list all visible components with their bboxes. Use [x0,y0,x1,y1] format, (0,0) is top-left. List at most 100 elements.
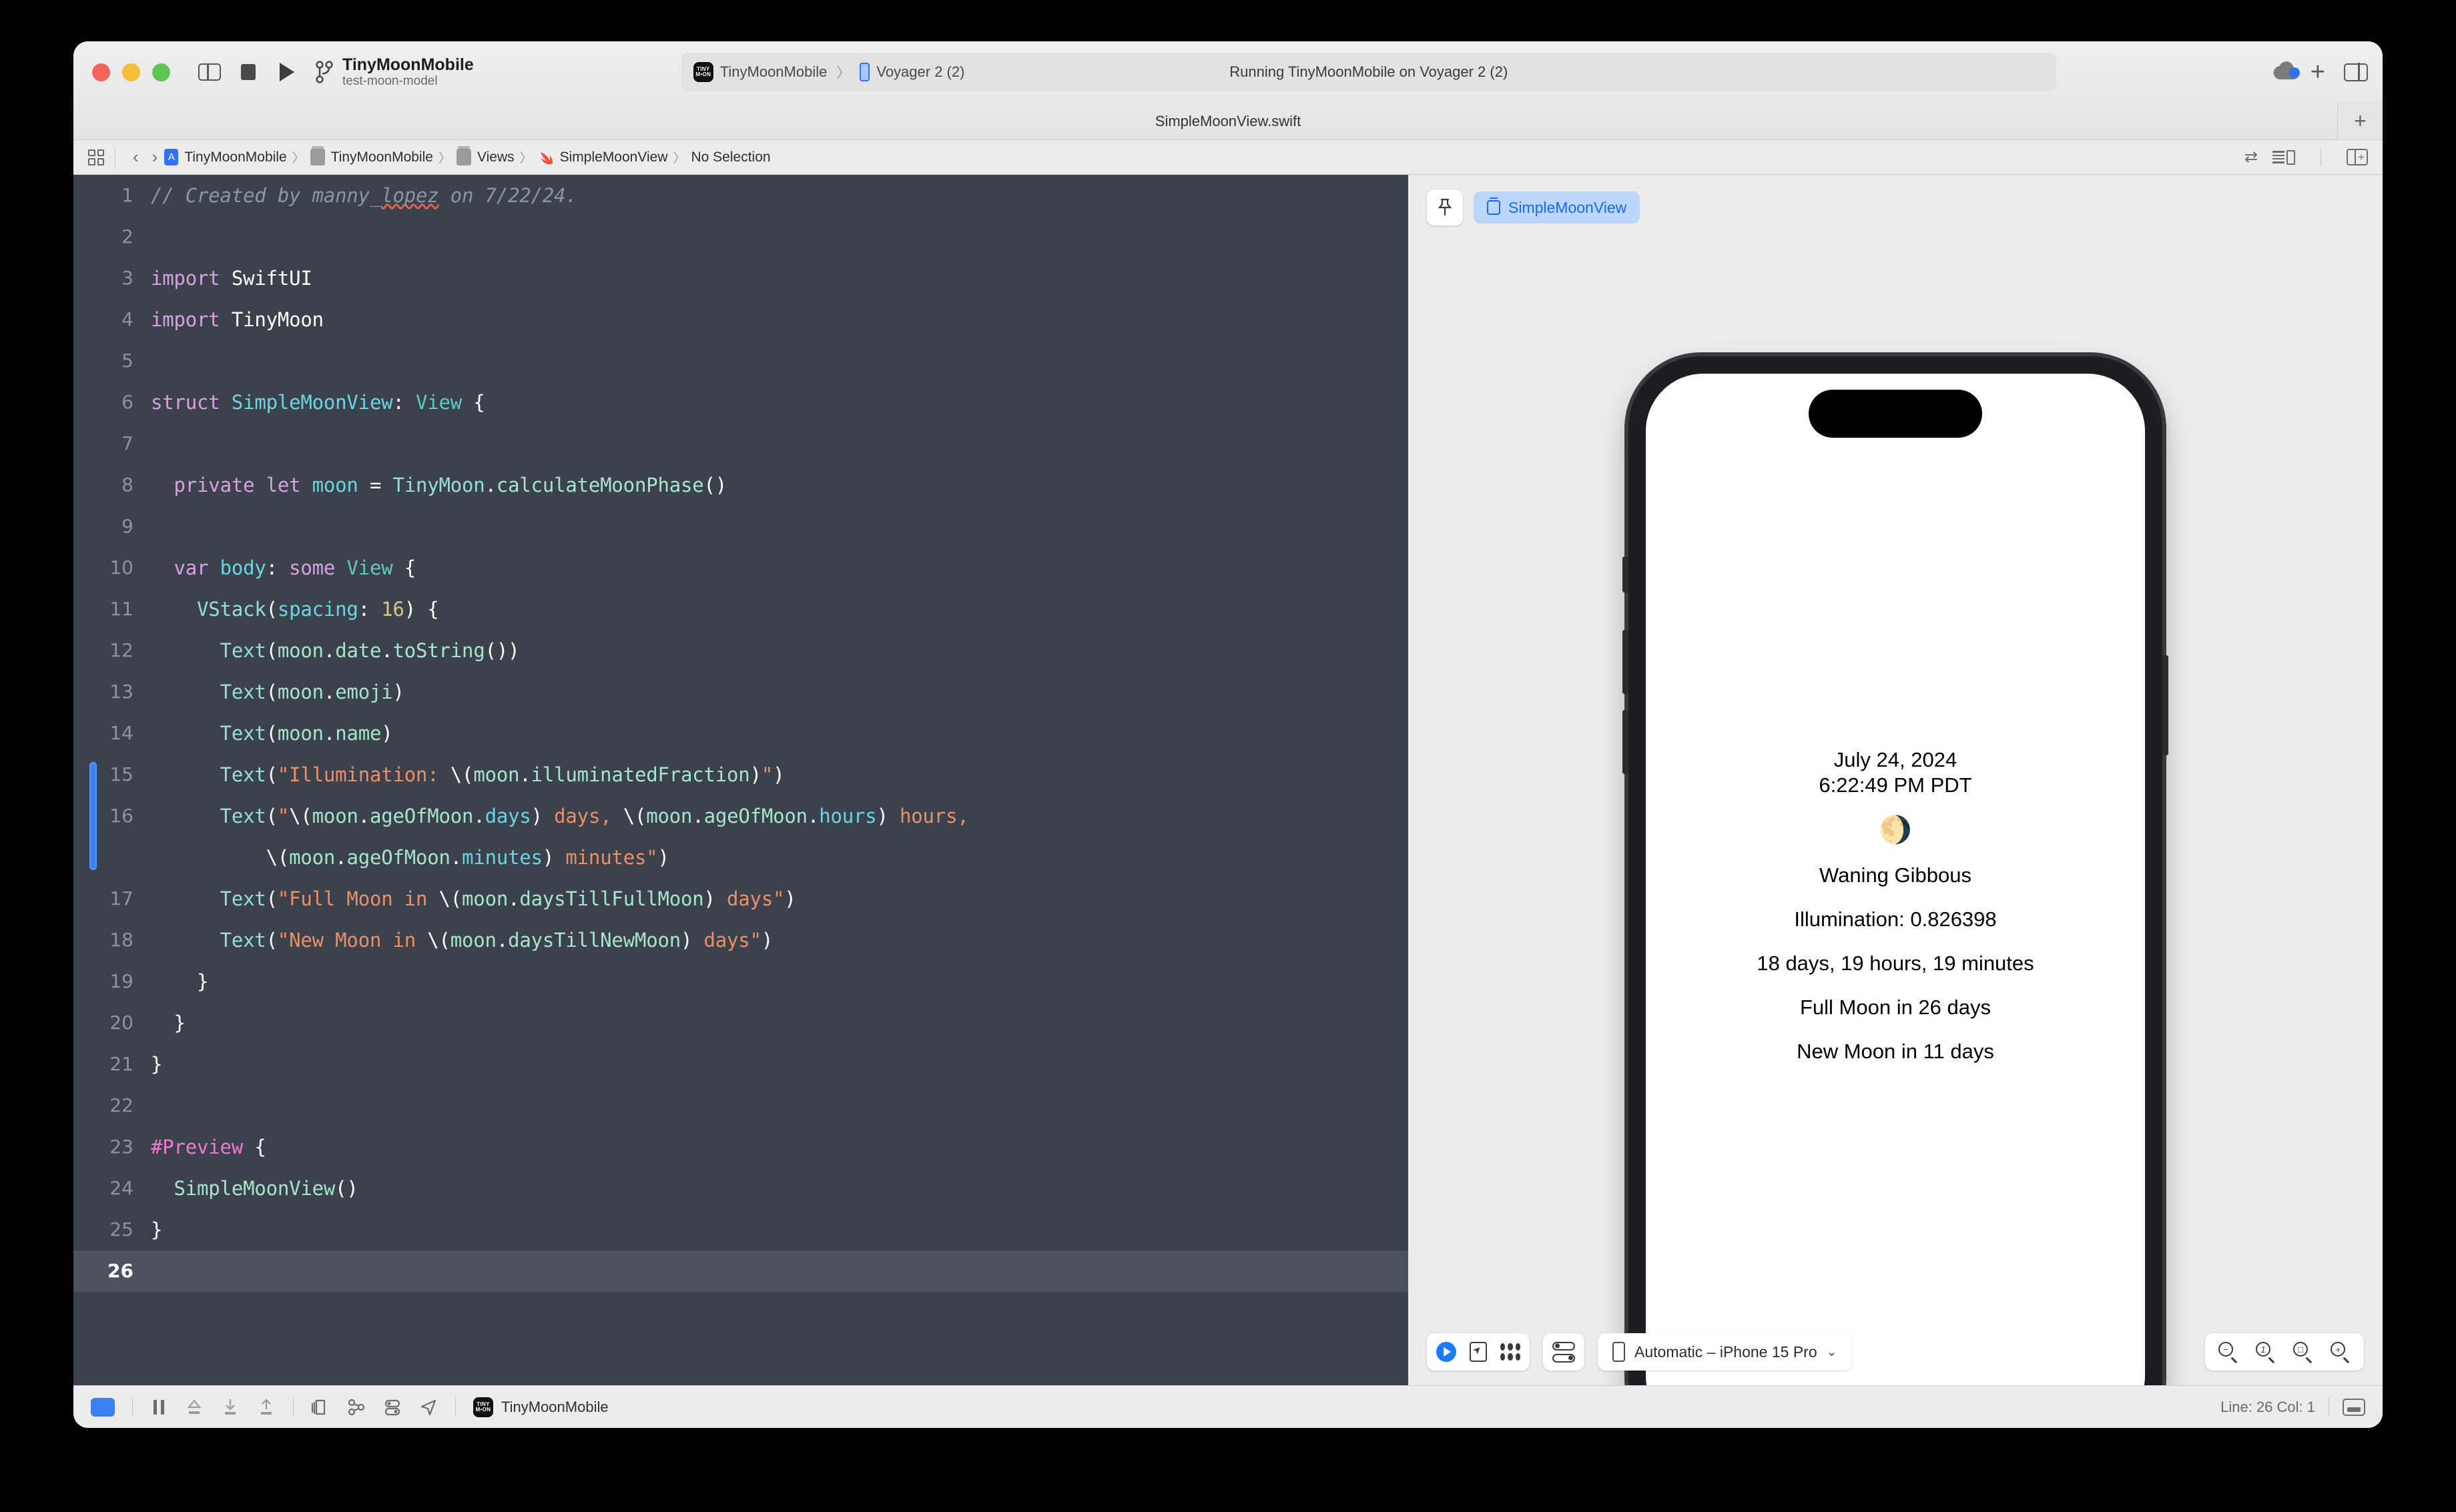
code-line[interactable]: \(moon.ageOfMoon.minutes) minutes") [73,837,1408,878]
stop-button[interactable] [229,53,268,91]
code-line[interactable]: 21} [73,1044,1408,1085]
source-code-editor[interactable]: 1// Created by manny_lopez on 7/22/24. 2 3… [73,175,1408,1385]
breadcrumb-item-selection[interactable]: No Selection [691,149,771,165]
code-line[interactable]: 20 } [73,1002,1408,1044]
swap-editor-icon[interactable]: ⇄ [2244,147,2258,167]
code-line[interactable]: 16 Text("\(moon.ageOfMoon.days) days, \(… [73,795,1408,837]
power-button [2162,655,2168,755]
memory-graph-button[interactable] [347,1398,366,1417]
zoom-to-fit-button[interactable]: □ [2293,1342,2313,1362]
xcode-window: TinyMoonMobile test-moon-model TINY M•ON… [73,41,2383,1428]
app-icon: TINY M•ON [473,1397,493,1417]
toggle-navigator-button[interactable] [190,53,229,91]
code-line[interactable]: 13 Text(moon.emoji) [73,671,1408,713]
code-text: } [151,1218,163,1241]
breadcrumb-item-views[interactable]: Views [456,146,515,165]
code-line[interactable]: 3 import SwiftUI [73,258,1408,299]
code-text: Text("\(moon.ageOfMoon.days) days, \(moo… [220,805,969,827]
step-out-button[interactable] [257,1398,276,1417]
code-line[interactable]: 26 [73,1250,1408,1292]
code-line[interactable]: 12 Text(moon.date.toString()) [73,630,1408,671]
line-number: 4 [121,308,133,330]
breadcrumb-label: Views [477,149,515,165]
code-line[interactable]: 23 #Preview { [73,1126,1408,1168]
toggle-console-icon[interactable] [2343,1398,2365,1416]
navigate-forward-button[interactable]: › [145,147,165,167]
play-icon [280,63,294,81]
step-over-button[interactable] [185,1398,204,1417]
source-control-branch-icon [316,61,333,83]
code-line[interactable]: 7 [73,423,1408,464]
code-line[interactable]: 22 [73,1085,1408,1126]
selectable-mode-button[interactable] [1470,1342,1487,1362]
moon-new-moon-countdown: New Moon in 11 days [1797,1039,1994,1063]
device-settings-button[interactable] [1543,1333,1584,1371]
preview-tab-label: SimpleMoonView [1508,198,1627,216]
window-toolbar: TinyMoonMobile test-moon-model TINY M•ON… [73,41,2383,103]
pin-preview-button[interactable] [1427,190,1463,226]
breadcrumb-label: SimpleMoonView [559,149,668,165]
app-icon: TINY M•ON [693,62,713,82]
minimize-window-button[interactable] [122,63,140,81]
source-control-change-bar[interactable] [89,762,97,870]
code-line[interactable]: 25} [73,1209,1408,1250]
environment-overrides-button[interactable] [383,1398,402,1417]
cloud-sync-icon[interactable] [2273,61,2304,83]
live-preview-button[interactable] [1436,1342,1456,1362]
breadcrumb-item-file[interactable]: SimpleMoonView [538,149,668,165]
zoom-in-button[interactable]: + [2331,1342,2351,1362]
zoom-actual-size-button[interactable]: 1 [2256,1342,2276,1362]
variants-button[interactable] [1500,1343,1520,1361]
code-line[interactable]: 5 [73,340,1408,382]
code-text: \(moon.ageOfMoon.minutes) minutes") [266,846,669,869]
minimap-toggle-icon[interactable] [2272,149,2295,165]
add-button[interactable]: + [2311,59,2325,85]
code-line[interactable]: 15 Text("Illumination: \(moon.illuminate… [73,754,1408,795]
zoom-window-button[interactable] [152,63,170,81]
run-button[interactable] [268,53,306,91]
breadcrumb-item-project[interactable]: A TinyMoonMobile [164,149,287,165]
toggle-inspector-button[interactable] [2344,62,2368,82]
code-line[interactable]: 11 VStack(spacing: 16) { [73,589,1408,630]
code-line[interactable]: 8 private let moon = TinyMoon.calculateM… [73,464,1408,506]
breadcrumb-item-group[interactable]: TinyMoonMobile [310,146,433,165]
toggle-debug-area-button[interactable] [91,1397,115,1417]
code-line[interactable]: 24 SimpleMoonView() [73,1168,1408,1209]
pause-button[interactable] [150,1398,168,1417]
code-line[interactable]: 10 var body: some View { [73,547,1408,589]
close-window-button[interactable] [92,63,110,81]
scheme-destination-group[interactable]: TINY M•ON TinyMoonMobile 〉 Voyager 2 (2) [693,62,964,82]
zoom-out-button[interactable]: − [2218,1342,2238,1362]
simulate-location-button[interactable] [419,1398,438,1417]
preview-header: SimpleMoonView [1427,190,1640,226]
code-line[interactable]: 2 [73,216,1408,258]
navigate-back-button[interactable]: ‹ [126,147,145,167]
code-text: Text(moon.name) [220,722,393,745]
code-text: } [151,970,209,993]
code-line[interactable]: 19 } [73,961,1408,1002]
new-tab-button[interactable]: + [2337,103,2383,139]
step-into-button[interactable] [221,1398,240,1417]
code-text: var body: some View { [174,556,416,579]
code-line[interactable]: 17 Text("Full Moon in \(moon.daysTillFul… [73,878,1408,919]
device-screen[interactable]: July 24, 2024 6:22:49 PM PDT 🌖 Waning Gi… [1646,374,2145,1385]
preview-tab-simplemoonview[interactable]: SimpleMoonView [1474,192,1640,224]
scheme-selector[interactable]: TinyMoonMobile test-moon-model [316,55,474,89]
related-items-icon[interactable] [88,149,104,165]
activity-view[interactable]: TINY M•ON TinyMoonMobile 〉 Voyager 2 (2)… [681,53,2056,91]
code-line[interactable]: 6 struct SimpleMoonView: View { [73,382,1408,423]
view-hierarchy-button[interactable] [311,1398,330,1417]
active-tab-title[interactable]: SimpleMoonView.swift [1155,113,1301,130]
code-line[interactable]: 14 Text(moon.name) [73,713,1408,754]
add-editor-icon[interactable]: + [2347,148,2368,166]
debug-process-item[interactable]: TINY M•ON TinyMoonMobile [473,1397,609,1417]
code-line[interactable]: 4 import TinyMoon [73,299,1408,340]
code-line[interactable]: 18 Text("New Moon in \(moon.daysTillNewM… [73,919,1408,961]
code-line[interactable]: 9 [73,506,1408,547]
line-number: 16 [109,805,133,827]
preview-canvas[interactable]: SimpleMoonView July 24, 2024 6:22:49 PM … [1408,175,2383,1385]
line-number: 15 [109,763,133,785]
code-line[interactable]: 1 // Created by manny_lopez on 7/22/24. [73,175,1408,216]
device-picker[interactable]: Automatic – iPhone 15 Pro ⌄ [1598,1333,1852,1371]
device-picker-label: Automatic – iPhone 15 Pro [1634,1343,1817,1361]
